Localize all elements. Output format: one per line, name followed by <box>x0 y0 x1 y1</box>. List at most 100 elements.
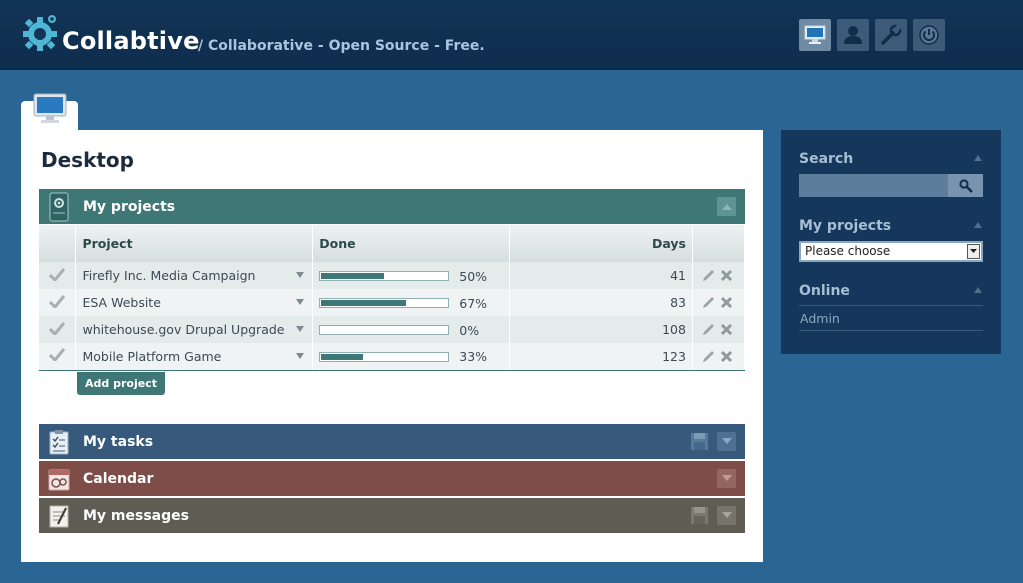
nav-user-button[interactable] <box>837 19 869 51</box>
expand-arrow-icon[interactable] <box>296 353 305 359</box>
edit-icon[interactable] <box>701 349 716 364</box>
calendar-section-header[interactable]: Calendar <box>39 461 745 496</box>
nav-desktop-button[interactable] <box>799 19 831 51</box>
expand-toggle[interactable] <box>717 469 736 488</box>
days-cell: 123 <box>509 343 693 371</box>
table-row: Firefly Inc. Media Campaign 50% 41 <box>39 262 746 289</box>
checkmark-icon[interactable] <box>49 321 66 336</box>
search-button[interactable] <box>948 174 983 197</box>
edit-icon[interactable] <box>701 268 716 283</box>
chevron-down-icon <box>721 475 732 481</box>
column-header-done[interactable]: Done <box>312 225 511 262</box>
actions-cell <box>692 316 746 343</box>
save-icon[interactable] <box>690 506 709 525</box>
chevron-up-icon <box>721 204 732 210</box>
column-header-days[interactable]: Days <box>509 225 693 262</box>
chevron-down-icon <box>721 512 732 518</box>
project-name-cell[interactable]: whitehouse.gov Drupal Upgrade <box>75 316 314 343</box>
mark-done-cell[interactable] <box>39 289 77 316</box>
expand-arrow-icon[interactable] <box>296 299 305 305</box>
projects-folder-icon <box>46 192 72 222</box>
progress-percent: 33% <box>459 349 488 365</box>
clipboard-icon <box>46 427 72 457</box>
app-header: Collabtive / Collaborative - Open Source… <box>0 0 1023 70</box>
mark-done-cell[interactable] <box>39 343 77 371</box>
mark-done-cell[interactable] <box>39 262 77 289</box>
progress-cell: 50% <box>312 262 511 289</box>
calendar-icon <box>46 464 72 494</box>
progress-cell: 0% <box>312 316 511 343</box>
nav-logout-button[interactable] <box>913 19 945 51</box>
nav-settings-button[interactable] <box>875 19 907 51</box>
delete-icon[interactable] <box>720 296 733 309</box>
tasks-section-header[interactable]: My tasks <box>39 424 745 459</box>
notepad-icon <box>46 501 72 531</box>
project-select[interactable]: Please choose <box>799 241 983 262</box>
project-name-link[interactable]: Mobile Platform Game <box>82 349 221 364</box>
expand-arrow-icon[interactable] <box>296 326 305 332</box>
app-brand[interactable]: Collabtive <box>62 27 200 55</box>
expand-toggle[interactable] <box>717 432 736 451</box>
tasks-section-title: My tasks <box>83 433 154 450</box>
days-cell: 108 <box>509 316 693 343</box>
search-input[interactable] <box>799 174 948 197</box>
expand-toggle[interactable] <box>717 506 736 525</box>
add-project-button[interactable]: Add project <box>77 372 165 395</box>
days-cell: 83 <box>509 289 693 316</box>
online-user[interactable]: Admin <box>800 311 840 326</box>
desktop-icon <box>33 93 66 123</box>
progress-bar <box>319 298 450 308</box>
expand-arrow-icon[interactable] <box>296 272 305 278</box>
table-row: Mobile Platform Game 33% 123 <box>39 343 746 371</box>
save-icon[interactable] <box>690 432 709 451</box>
collapse-toggle[interactable] <box>717 197 736 216</box>
mark-done-cell[interactable] <box>39 316 77 343</box>
progress-bar <box>319 351 450 362</box>
edit-icon[interactable] <box>701 322 716 337</box>
table-row: ESA Website 67% 83 <box>39 289 746 316</box>
messages-section-header[interactable]: My messages <box>39 498 745 533</box>
column-header-actions <box>692 225 746 262</box>
project-name-cell[interactable]: Mobile Platform Game <box>75 343 314 371</box>
delete-icon[interactable] <box>720 323 733 336</box>
desktop-icon <box>804 25 826 44</box>
project-name-cell[interactable]: Firefly Inc. Media Campaign <box>75 262 314 289</box>
collapse-projects-icon[interactable] <box>974 222 982 228</box>
messages-section-title: My messages <box>83 507 189 524</box>
collapse-online-icon[interactable] <box>974 287 982 293</box>
actions-cell <box>692 343 746 371</box>
project-name-cell[interactable]: ESA Website <box>75 289 314 316</box>
progress-percent: 67% <box>459 295 488 311</box>
divider <box>799 305 983 306</box>
top-navigation <box>799 19 945 51</box>
checkmark-icon[interactable] <box>49 348 66 363</box>
progress-fill <box>321 353 363 360</box>
wrench-icon <box>881 24 902 45</box>
progress-bar <box>319 271 450 281</box>
projects-section-header[interactable]: My projects <box>39 189 745 224</box>
calendar-section-title: Calendar <box>83 470 154 487</box>
dropdown-arrow-icon <box>967 244 980 259</box>
checkmark-icon[interactable] <box>49 267 66 282</box>
desktop-tab[interactable] <box>21 93 78 131</box>
delete-icon[interactable] <box>720 269 733 282</box>
chevron-down-icon <box>721 438 732 444</box>
delete-icon[interactable] <box>720 350 733 363</box>
collapse-search-icon[interactable] <box>974 155 982 161</box>
progress-cell: 33% <box>312 343 511 371</box>
user-icon <box>844 26 862 44</box>
main-panel: Desktop My projects Project Done Days Fi… <box>21 130 763 562</box>
projects-table: Project Done Days Firefly Inc. Media Cam… <box>39 225 746 371</box>
column-header-project[interactable]: Project <box>75 225 314 262</box>
projects-section-title: My projects <box>83 198 176 215</box>
divider <box>799 330 983 331</box>
progress-percent: 0% <box>459 322 480 338</box>
table-header-row: Project Done Days <box>39 225 746 262</box>
project-name-link[interactable]: whitehouse.gov Drupal Upgrade <box>82 322 284 337</box>
progress-percent: 50% <box>459 268 488 284</box>
edit-icon[interactable] <box>701 295 716 310</box>
checkmark-icon[interactable] <box>49 294 66 309</box>
project-name-link[interactable]: ESA Website <box>82 295 160 310</box>
progress-cell: 67% <box>312 289 511 316</box>
project-name-link[interactable]: Firefly Inc. Media Campaign <box>82 268 255 283</box>
